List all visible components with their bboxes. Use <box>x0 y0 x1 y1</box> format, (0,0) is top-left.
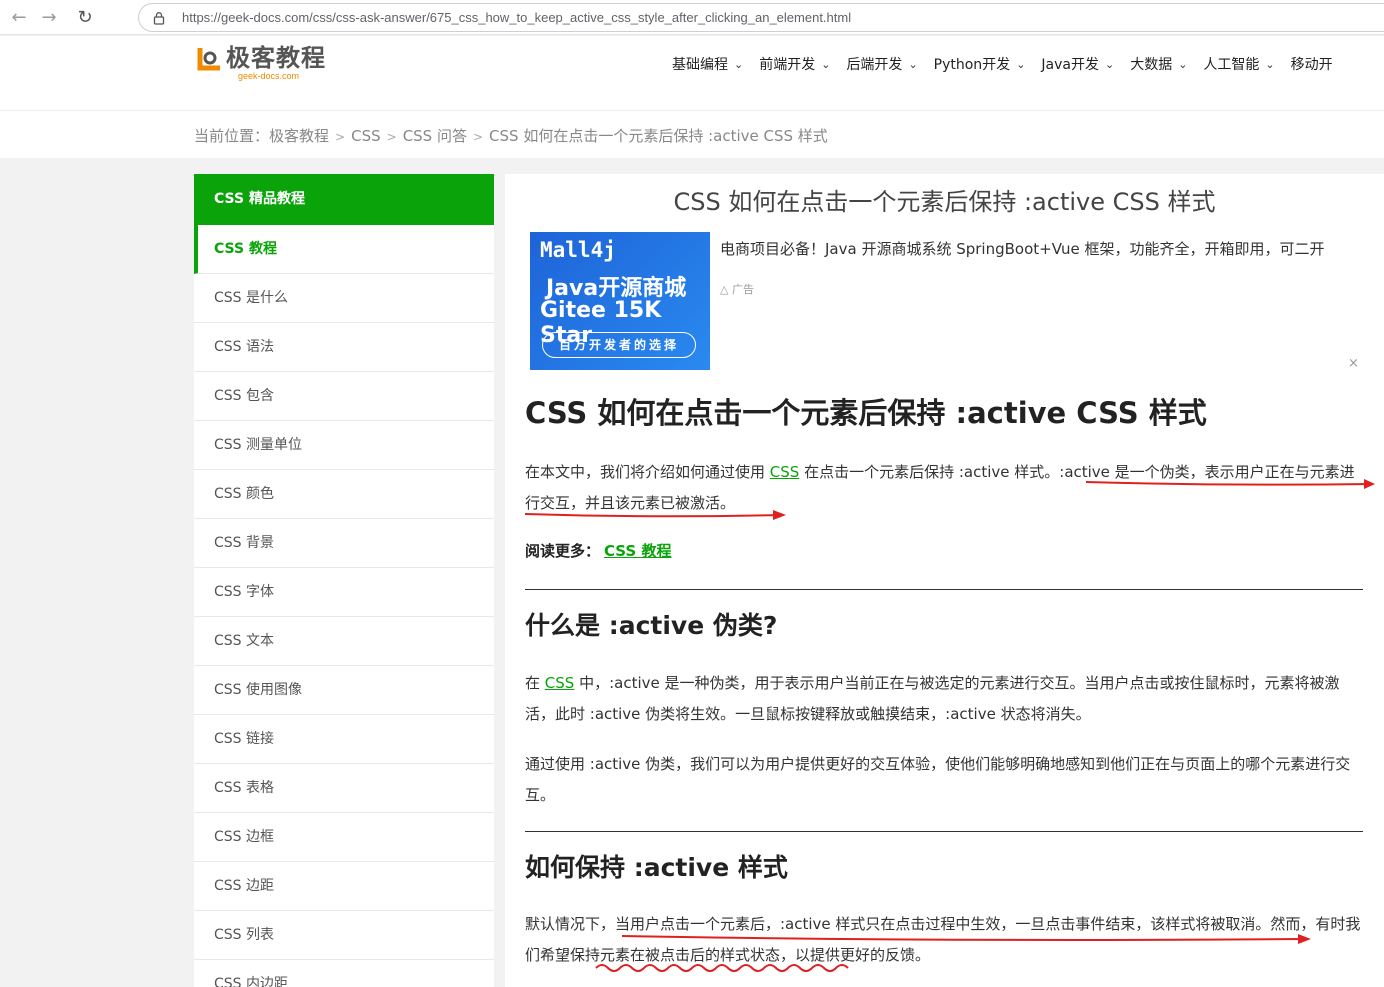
sidebar: CSS 精品教程 CSS 教程 CSS 是什么 CSS 语法 CSS 包含 CS… <box>194 174 494 987</box>
reload-icon[interactable]: ↻ <box>74 6 96 28</box>
top-navigation: 基础编程 ⌄ 前端开发 ⌄ 后端开发 ⌄ Python开发 ⌄ Java开发 ⌄ 大数据 ⌄… <box>672 54 1349 74</box>
sidebar-item-images[interactable]: CSS 使用图像 <box>194 666 494 715</box>
chevron-down-icon: ⌄ <box>1178 57 1188 71</box>
chevron-down-icon: ⌄ <box>1104 57 1115 71</box>
ad-banner-image[interactable]: Mall4j Java开源商城 Gitee 15K Star 百万开发者的选择 <box>530 232 710 370</box>
lock-icon <box>153 11 165 25</box>
sidebar-item-borders[interactable]: CSS 边框 <box>194 813 494 862</box>
url-text: https://geek-docs.com/css/css-ask-answer… <box>182 10 852 25</box>
ad-badge: △ 广告 <box>720 283 754 296</box>
divider <box>525 589 1363 590</box>
sidebar-item-fonts[interactable]: CSS 字体 <box>194 568 494 617</box>
logo-mark-icon <box>197 48 220 71</box>
logo-title: 极客教程 <box>226 44 326 72</box>
read-more: 阅读更多： CSS 教程 <box>525 542 672 560</box>
ad-close-button[interactable]: × <box>1348 356 1359 371</box>
nav-backend[interactable]: 后端开发 ⌄ <box>846 54 917 74</box>
ad-icon: △ <box>720 283 729 296</box>
nav-java[interactable]: Java开发 ⌄ <box>1041 54 1114 74</box>
divider <box>525 831 1363 832</box>
article-heading: CSS 如何在点击一个元素后保持 :active CSS 样式 <box>525 396 1207 430</box>
nav-basic-programming[interactable]: 基础编程 ⌄ <box>672 54 743 74</box>
chevron-down-icon: ⌄ <box>908 57 918 71</box>
browser-toolbar: ← → ↻ https://geek-docs.com/css/css-ask-… <box>0 0 1384 35</box>
site-logo[interactable]: 极客教程 geek-docs.com <box>196 44 326 81</box>
ad-text-link[interactable]: 电商项目必备！Java 开源商城系统 SpringBoot+Vue 框架，功能齐… <box>720 238 1324 259</box>
sidebar-heading: CSS 精品教程 <box>194 174 494 225</box>
section-heading-how-to-keep: 如何保持 :active 样式 <box>525 853 788 882</box>
chevron-down-icon: ⌄ <box>734 57 744 71</box>
logo-subtitle: geek-docs.com <box>238 71 300 81</box>
sidebar-item-syntax[interactable]: CSS 语法 <box>194 323 494 372</box>
sidebar-item-links[interactable]: CSS 链接 <box>194 715 494 764</box>
breadcrumb: 当前位置：极客教程 > CSS > CSS 问答 > CSS 如何在点击一个元素后保持 :a… <box>194 127 828 145</box>
forward-icon[interactable]: → <box>38 6 60 28</box>
paragraph-how-to-keep: 默认情况下，当用户点击一个元素后，:active 样式只在点击过程中生效，一旦点… <box>525 915 1361 964</box>
breadcrumb-current: CSS 如何在点击一个元素后保持 :active CSS 样式 <box>489 127 828 145</box>
sidebar-item-what-is-css[interactable]: CSS 是什么 <box>194 274 494 323</box>
breadcrumb-css-qa[interactable]: CSS 问答 <box>403 127 467 145</box>
chevron-down-icon: ⌄ <box>821 57 831 71</box>
intro-paragraph: 在本文中，我们将介绍如何通过使用 CSS 在点击一个元素后保持 :active … <box>525 463 1355 512</box>
paragraph-what-is-active: 在 CSS 中，:active 是一种伪类，用于表示用户当前正在与被选定的元素进… <box>525 674 1340 723</box>
address-bar[interactable]: https://geek-docs.com/css/css-ask-answer… <box>138 3 1384 32</box>
css-link[interactable]: CSS <box>545 674 575 692</box>
sidebar-item-text[interactable]: CSS 文本 <box>194 617 494 666</box>
back-icon[interactable]: ← <box>8 6 30 28</box>
article: CSS 如何在点击一个元素后保持 :active CSS 样式 Mall4j J… <box>505 174 1384 987</box>
page-title: CSS 如何在点击一个元素后保持 :active CSS 样式 <box>673 188 1216 216</box>
breadcrumb-css[interactable]: CSS <box>351 127 381 145</box>
read-more-link[interactable]: CSS 教程 <box>604 542 671 560</box>
breadcrumb-home[interactable]: 极客教程 <box>269 127 329 145</box>
sidebar-item-units[interactable]: CSS 测量单位 <box>194 421 494 470</box>
sidebar-item-inclusion[interactable]: CSS 包含 <box>194 372 494 421</box>
section-heading-what-is-active: 什么是 :active 伪类? <box>525 611 778 640</box>
sidebar-item-margins[interactable]: CSS 边距 <box>194 862 494 911</box>
chevron-down-icon: ⌄ <box>1265 57 1275 71</box>
sidebar-item-background[interactable]: CSS 背景 <box>194 519 494 568</box>
nav-mobile[interactable]: 移动开 <box>1291 54 1333 74</box>
chevron-down-icon: ⌄ <box>1016 57 1026 71</box>
nav-python[interactable]: Python开发 ⌄ <box>934 54 1026 74</box>
sidebar-item-tables[interactable]: CSS 表格 <box>194 764 494 813</box>
sidebar-item-padding[interactable]: CSS 内边距 <box>194 960 494 987</box>
site-header: 极客教程 geek-docs.com 基础编程 ⌄ 前端开发 ⌄ 后端开发 ⌄ Pyt… <box>0 36 1384 111</box>
nav-bigdata[interactable]: 大数据 ⌄ <box>1130 54 1187 74</box>
nav-ai[interactable]: 人工智能 ⌄ <box>1203 54 1274 74</box>
breadcrumb-bar: 当前位置：极客教程 > CSS > CSS 问答 > CSS 如何在点击一个元素后保持 :a… <box>0 111 1384 158</box>
paragraph-benefit: 通过使用 :active 伪类，我们可以为用户提供更好的交互体验，使他们能够明确… <box>525 755 1351 804</box>
sidebar-item-colors[interactable]: CSS 颜色 <box>194 470 494 519</box>
sidebar-item-css-tutorial[interactable]: CSS 教程 <box>194 225 494 274</box>
nav-frontend[interactable]: 前端开发 ⌄ <box>759 54 830 74</box>
sidebar-item-lists[interactable]: CSS 列表 <box>194 911 494 960</box>
css-link[interactable]: CSS <box>770 463 800 481</box>
